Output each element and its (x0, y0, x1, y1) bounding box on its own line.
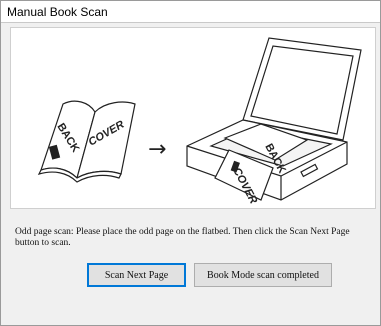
arrow-right-icon: → (148, 137, 166, 162)
manual-book-scan-window: Manual Book Scan BACK COVER → BACK COVER… (0, 0, 381, 326)
title-bar: Manual Book Scan (1, 1, 380, 23)
instruction-text: Odd page scan: Please place the odd page… (15, 227, 350, 248)
scanner-figure (186, 37, 362, 201)
book-scan-illustration: BACK COVER → BACK COVER (10, 27, 376, 209)
book-mode-completed-button[interactable]: Book Mode scan completed (194, 263, 332, 287)
window-title: Manual Book Scan (7, 5, 108, 19)
open-book-figure (37, 100, 136, 183)
scan-next-page-button[interactable]: Scan Next Page (87, 263, 186, 287)
illustration-drawing: BACK COVER → BACK COVER (37, 37, 362, 206)
